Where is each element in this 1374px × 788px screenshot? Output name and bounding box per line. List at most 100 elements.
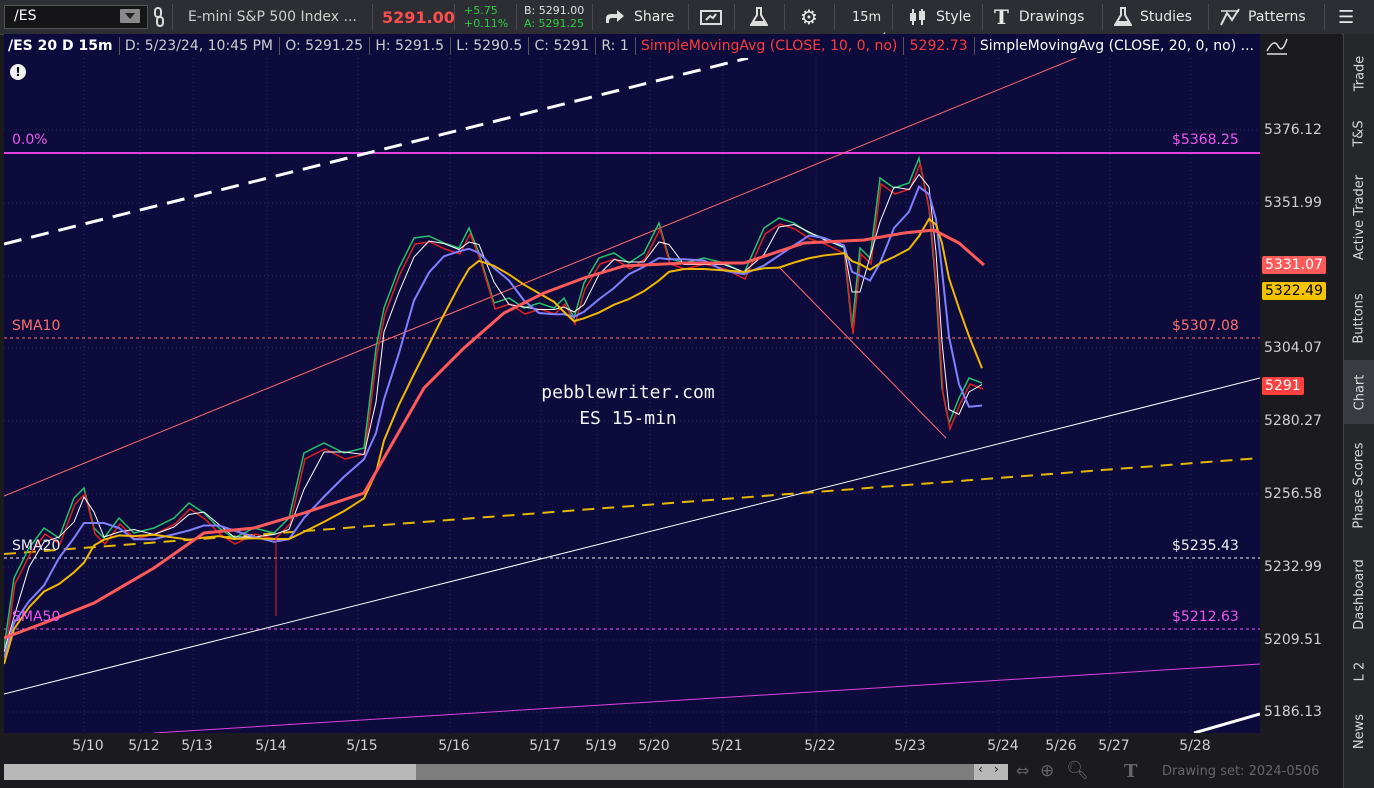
style-button[interactable]: Style <box>908 0 971 34</box>
sma20-price-badge: 5322.49 <box>1262 282 1326 300</box>
time-tick: 5/12 <box>128 738 160 754</box>
last-price: 5291.00 <box>382 7 455 27</box>
white-lower-trendline <box>1193 712 1260 733</box>
timeframe-button[interactable]: 15m <box>852 0 881 34</box>
price-tick: 5376.12 <box>1264 122 1322 138</box>
study-legend-bar: /ES 20 D 15m D: 5/23/24, 10:45 PM O: 529… <box>4 34 1260 58</box>
time-tick: 5/24 <box>987 738 1019 754</box>
time-tick: 5/20 <box>638 738 670 754</box>
price-tick: 5280.27 <box>1264 413 1322 429</box>
last-price-badge: 5291 <box>1262 377 1304 395</box>
bar-low: L: 5290.5 <box>456 38 523 54</box>
zoom-arrows-icon[interactable]: ⇔ <box>1016 761 1029 780</box>
bar-open: O: 5291.25 <box>285 38 364 54</box>
time-tick: 5/10 <box>72 738 104 754</box>
sma20-price-label: $5235.43 <box>1172 538 1239 554</box>
tab-phase-scores[interactable]: Phase Scores <box>1344 430 1374 540</box>
time-tick: 5/19 <box>585 738 617 754</box>
symbol-dropdown-button[interactable] <box>120 9 140 23</box>
time-tick: 5/17 <box>529 738 561 754</box>
price-chart[interactable]: ! 0.0% $5368.25 SMA10 $5307.08 SMA20 $52… <box>4 58 1260 733</box>
horizontal-scrollbar-thumb[interactable] <box>416 764 974 780</box>
snapshot-icon[interactable] <box>700 0 722 34</box>
zoom-icon[interactable]: 🔍︎ <box>1066 760 1089 781</box>
patterns-icon <box>1220 8 1240 26</box>
price-candles-green <box>4 155 983 649</box>
price-tick: 5232.99 <box>1264 559 1322 575</box>
chart-mode-icon[interactable] <box>1266 36 1288 60</box>
watermark-subtitle: ES 15-min <box>579 408 677 429</box>
sma10-price-label: $5307.08 <box>1172 318 1239 334</box>
flask-icon[interactable] <box>750 0 768 34</box>
gear-icon[interactable]: ⚙ <box>800 0 818 34</box>
time-tick: 5/26 <box>1045 738 1077 754</box>
time-tick: 5/14 <box>255 738 287 754</box>
patterns-button[interactable]: Patterns <box>1220 0 1306 34</box>
studies-button[interactable]: Studies <box>1114 0 1192 34</box>
sma10-white-line <box>4 173 983 653</box>
drawing-set-label[interactable]: Drawing set: 2024-0506 <box>1162 764 1319 779</box>
bottom-bar: ‹ › ⇔ ⊕ 🔍︎ T Drawing set: 2024-0506 <box>0 760 1342 788</box>
sma10-study-value: 5292.73 <box>909 38 968 54</box>
net-change-percent: +0.11% <box>464 17 509 30</box>
tab-time-and-sales[interactable]: T&S <box>1344 108 1374 158</box>
time-tick: 5/15 <box>346 738 378 754</box>
red-channel-trendline <box>4 58 1077 497</box>
tab-level2[interactable]: L 2 <box>1344 648 1374 694</box>
symbol-description: E-mini S&P 500 Index ... <box>188 9 357 25</box>
chart-title: /ES 20 D 15m <box>8 38 113 54</box>
symbol-text: /ES <box>14 8 37 24</box>
share-icon <box>606 10 624 23</box>
sma10-study-label[interactable]: SimpleMovingAvg (CLOSE, 10, 0, no) <box>641 38 897 54</box>
sma20-blue-line <box>4 185 983 659</box>
menu-icon[interactable]: ☰ <box>1338 0 1354 34</box>
tab-active-trader[interactable]: Active Trader <box>1344 162 1374 272</box>
bar-date: D: 5/23/24, 10:45 PM <box>124 38 273 54</box>
sma20-line-label: SMA20 <box>12 538 61 554</box>
tab-buttons[interactable]: Buttons <box>1344 280 1374 356</box>
bar-close: C: 5291 <box>534 38 590 54</box>
tab-trade[interactable]: Trade <box>1344 42 1374 104</box>
flask-icon <box>1114 7 1132 26</box>
scroll-right-button[interactable]: › <box>994 762 999 776</box>
time-tick: 5/27 <box>1098 738 1130 754</box>
tab-dashboard[interactable]: Dashboard <box>1344 546 1374 642</box>
bar-range: R: 1 <box>601 38 629 54</box>
price-tick: 5351.99 <box>1264 195 1322 211</box>
drawings-button[interactable]: T Drawings <box>994 0 1084 34</box>
time-tick: 5/23 <box>894 738 926 754</box>
bid-price: B: 5291.00 <box>524 4 585 17</box>
white-dashed-trendline <box>4 58 749 246</box>
sma-yellow-line <box>4 217 983 665</box>
crosshair-icon[interactable]: ⊕ <box>1040 761 1054 781</box>
share-button[interactable]: Share <box>604 0 674 34</box>
time-tick: 5/16 <box>438 738 470 754</box>
tab-chart[interactable]: Chart <box>1344 360 1374 424</box>
text-tool-icon: T <box>994 5 1009 29</box>
sma50-price-label: $5212.63 <box>1172 609 1239 625</box>
fib-zero-label: 0.0% <box>12 132 48 148</box>
tab-news[interactable]: News <box>1344 700 1374 762</box>
sma10-line-label: SMA10 <box>12 318 61 334</box>
price-tick: 5256.58 <box>1264 486 1322 502</box>
alert-icon[interactable]: ! <box>10 64 26 80</box>
sma20-study-label[interactable]: SimpleMovingAvg (CLOSE, 20, 0, no) ... <box>980 38 1254 54</box>
bar-high: H: 5291.5 <box>375 38 445 54</box>
text-tool-icon[interactable]: T <box>1124 761 1137 782</box>
price-tick: 5304.07 <box>1264 340 1322 356</box>
link-icon[interactable] <box>152 0 166 34</box>
watermark-site: pebblewriter.com <box>541 382 715 403</box>
time-axis[interactable]: 5/10 5/12 5/13 5/14 5/15 5/16 5/17 5/19 … <box>4 734 1260 760</box>
price-tick: 5186.13 <box>1264 704 1322 720</box>
price-tick: 5209.51 <box>1264 632 1322 648</box>
time-tick: 5/21 <box>711 738 743 754</box>
ask-price: A: 5291.25 <box>524 17 585 30</box>
price-axis[interactable]: 5376.12 5351.99 5304.07 5280.27 5256.58 … <box>1260 34 1342 734</box>
time-tick: 5/22 <box>804 738 836 754</box>
net-change: +5.75 <box>464 4 498 17</box>
candlestick-icon <box>910 9 925 25</box>
scroll-left-button[interactable]: ‹ <box>978 762 983 776</box>
fib-price-label: $5368.25 <box>1172 132 1239 148</box>
price-candles-red <box>4 161 984 655</box>
sma50-line-label: SMA50 <box>12 609 61 625</box>
